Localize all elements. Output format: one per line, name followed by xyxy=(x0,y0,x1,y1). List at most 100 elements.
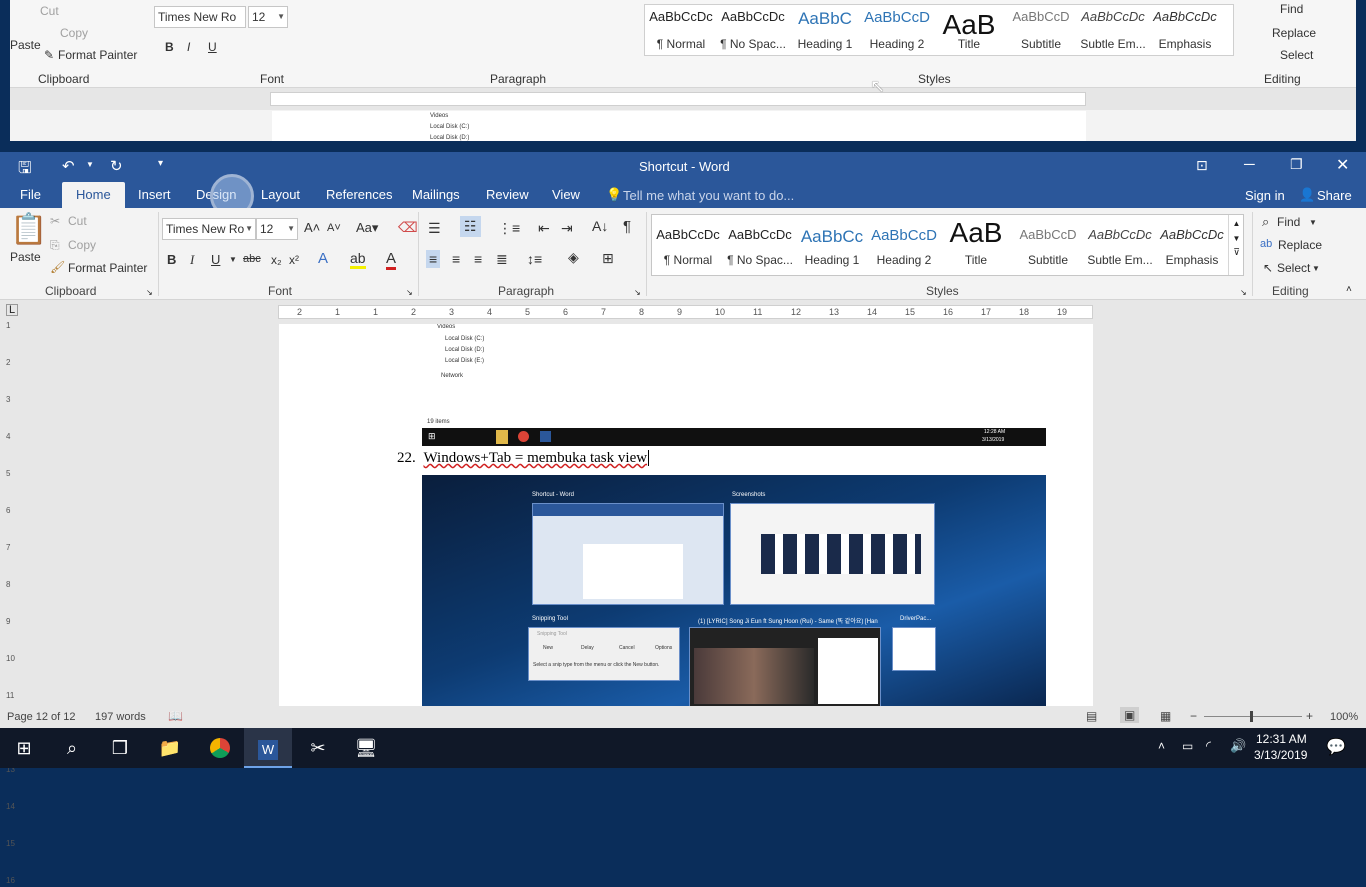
tab-review[interactable]: Review xyxy=(478,182,537,208)
title-bar[interactable]: 🖫 ↶ ▼ ↻ ▾ Shortcut - Word ⊡ ─ ❐ ✕ xyxy=(0,152,1366,182)
style-subtle-em[interactable]: AaBbCcDc Subtle Em... xyxy=(1084,215,1156,275)
web-layout-icon[interactable]: ▦ xyxy=(1160,709,1171,723)
tab-selector-icon[interactable]: L xyxy=(6,304,18,316)
clock-time[interactable]: 12:31 AM xyxy=(1256,732,1307,746)
brush-icon[interactable]: 🖌 xyxy=(50,260,65,274)
volume-icon[interactable]: 🔊 xyxy=(1230,738,1246,754)
battery-icon[interactable]: ▭ xyxy=(1182,739,1193,753)
chevron-down-icon[interactable]: ▼ xyxy=(1229,234,1244,243)
grow-font-icon[interactable]: A˄ xyxy=(304,220,320,235)
zoom-slider[interactable] xyxy=(1204,716,1302,717)
show-formatting-icon[interactable]: ¶ xyxy=(623,218,631,235)
clipboard-launcher-icon[interactable]: ↘ xyxy=(146,288,153,297)
bold-icon[interactable]: B xyxy=(167,252,176,267)
borders-icon[interactable]: ⊞ xyxy=(602,250,614,267)
word-count[interactable]: 197 words xyxy=(95,711,146,723)
font-launcher-icon[interactable]: ↘ xyxy=(406,288,413,297)
style-heading-1[interactable]: AaBbCc Heading 1 xyxy=(796,215,868,275)
scissors-icon[interactable]: ✂ xyxy=(50,214,60,228)
search-icon[interactable]: ⌕ xyxy=(48,728,96,768)
wifi-icon[interactable]: ◜ xyxy=(1206,738,1211,754)
tab-file[interactable]: File xyxy=(12,182,49,208)
numbering-icon[interactable]: ☷ xyxy=(460,216,481,237)
customize-qat-icon[interactable]: ▾ xyxy=(158,158,163,169)
undo-icon[interactable]: ↶ xyxy=(62,157,75,175)
read-mode-icon[interactable]: ▤ xyxy=(1086,709,1097,723)
task-view-icon[interactable]: ❒ xyxy=(96,728,144,768)
print-layout-icon[interactable]: ▣ xyxy=(1120,707,1140,723)
chrome-taskbar-icon[interactable] xyxy=(196,728,244,768)
zoom-slider-thumb[interactable] xyxy=(1250,711,1253,722)
bullets-icon[interactable]: ☰ xyxy=(428,220,441,237)
find-dropdown-icon[interactable]: ▼ xyxy=(1309,218,1317,227)
font-size-combo[interactable]: 12 ▼ xyxy=(256,218,298,240)
snipping-tool-icon[interactable]: ✂ xyxy=(294,728,342,768)
start-button[interactable]: ⊞ xyxy=(0,728,48,768)
font-color-icon[interactable]: A xyxy=(386,250,397,270)
decrease-indent-icon[interactable]: ⇤ xyxy=(538,220,550,237)
zoom-in-icon[interactable]: + xyxy=(1306,709,1313,723)
paragraph-launcher-icon[interactable]: ↘ xyxy=(634,288,641,297)
tab-insert[interactable]: Insert xyxy=(130,182,179,208)
paste-button[interactable]: Paste xyxy=(10,250,41,264)
tab-view[interactable]: View xyxy=(544,182,588,208)
file-explorer-icon[interactable]: 📁 xyxy=(146,728,194,768)
sort-icon[interactable]: A↓ xyxy=(592,218,608,234)
select-dropdown-icon[interactable]: ▼ xyxy=(1312,264,1320,273)
undo-dropdown-icon[interactable]: ▼ xyxy=(86,160,94,169)
tell-me-input[interactable]: Tell me what you want to do... xyxy=(623,188,794,203)
tab-layout[interactable]: Layout xyxy=(253,182,308,208)
tab-references[interactable]: References xyxy=(318,182,400,208)
shading-icon[interactable]: ◈ xyxy=(568,249,579,266)
format-painter-button[interactable]: Format Painter xyxy=(68,261,147,275)
collapse-ribbon-icon[interactable]: ˄ xyxy=(1346,284,1352,295)
justify-icon[interactable]: ≣ xyxy=(496,251,508,268)
minimize-icon[interactable]: ─ xyxy=(1244,156,1255,173)
font-name-combo[interactable]: Times New Ro ▼ xyxy=(162,218,256,240)
horizontal-ruler[interactable]: L 2 1 1 2 3 4 5 6 7 8 9 10 11 12 13 14 15 16 17 18 19 xyxy=(0,300,1366,322)
clock-date[interactable]: 3/13/2019 xyxy=(1254,748,1307,762)
increase-indent-icon[interactable]: ⇥ xyxy=(561,220,573,237)
superscript-icon[interactable]: x² xyxy=(289,253,299,267)
show-hidden-icons[interactable]: ˄ xyxy=(1158,739,1165,753)
replace-icon[interactable]: ab xyxy=(1260,238,1272,250)
strikethrough-icon[interactable]: abc xyxy=(243,253,261,265)
underline-icon[interactable]: U xyxy=(211,252,220,267)
text-effects-icon[interactable]: A xyxy=(318,250,328,267)
change-case-icon[interactable]: Aa▾ xyxy=(356,220,378,236)
word-taskbar-icon[interactable]: W xyxy=(244,728,292,768)
cut-button[interactable]: Cut xyxy=(68,214,87,228)
styles-launcher-icon[interactable]: ↘ xyxy=(1240,288,1247,297)
line-spacing-icon[interactable]: ↕≡ xyxy=(527,251,542,267)
styles-scroll[interactable]: ▲ ▼ ⊽ xyxy=(1228,215,1244,275)
multilevel-list-icon[interactable]: ⋮≡ xyxy=(498,220,520,237)
style-emphasis[interactable]: AaBbCcDc Emphasis xyxy=(1156,215,1228,275)
share-button[interactable]: Share xyxy=(1317,188,1352,203)
find-button[interactable]: Find xyxy=(1277,215,1300,229)
list-item-22[interactable]: 22. Windows+Tab = membuka task view​ xyxy=(397,450,650,467)
driver-pack-icon[interactable]: 🖥 xyxy=(342,728,390,768)
copy-button[interactable]: Copy xyxy=(68,238,96,252)
zoom-out-icon[interactable]: − xyxy=(1190,709,1197,723)
highlight-icon[interactable]: ab xyxy=(350,250,366,269)
tab-mailings[interactable]: Mailings xyxy=(404,182,468,208)
style-normal[interactable]: AaBbCcDc ¶ Normal xyxy=(652,215,724,275)
align-center-icon[interactable]: ≡ xyxy=(452,251,460,267)
save-icon[interactable]: 🖫 xyxy=(18,157,32,184)
chevron-up-icon[interactable]: ▲ xyxy=(1229,219,1244,228)
underline-dropdown-icon[interactable]: ▼ xyxy=(229,255,237,264)
document-page[interactable]: Videos Local Disk (C:) Local Disk (D:) L… xyxy=(279,324,1093,706)
italic-icon[interactable]: I xyxy=(190,252,194,268)
ribbon-display-options-icon[interactable]: ⊡ xyxy=(1196,157,1208,174)
style-subtitle[interactable]: AaBbCcD Subtitle xyxy=(1012,215,1084,275)
select-button[interactable]: Select xyxy=(1277,261,1310,275)
paste-icon[interactable]: 📋 xyxy=(10,212,47,247)
find-icon[interactable]: ⌕ xyxy=(1262,214,1269,230)
tab-home[interactable]: Home xyxy=(62,182,125,208)
align-right-icon[interactable]: ≡ xyxy=(474,251,482,267)
clear-formatting-icon[interactable]: ⌫ xyxy=(398,219,418,236)
replace-button[interactable]: Replace xyxy=(1278,238,1322,252)
sign-in-link[interactable]: Sign in xyxy=(1245,188,1285,203)
close-icon[interactable]: ✕ xyxy=(1336,155,1349,175)
style-no-spac[interactable]: AaBbCcDc ¶ No Spac... xyxy=(724,215,796,275)
